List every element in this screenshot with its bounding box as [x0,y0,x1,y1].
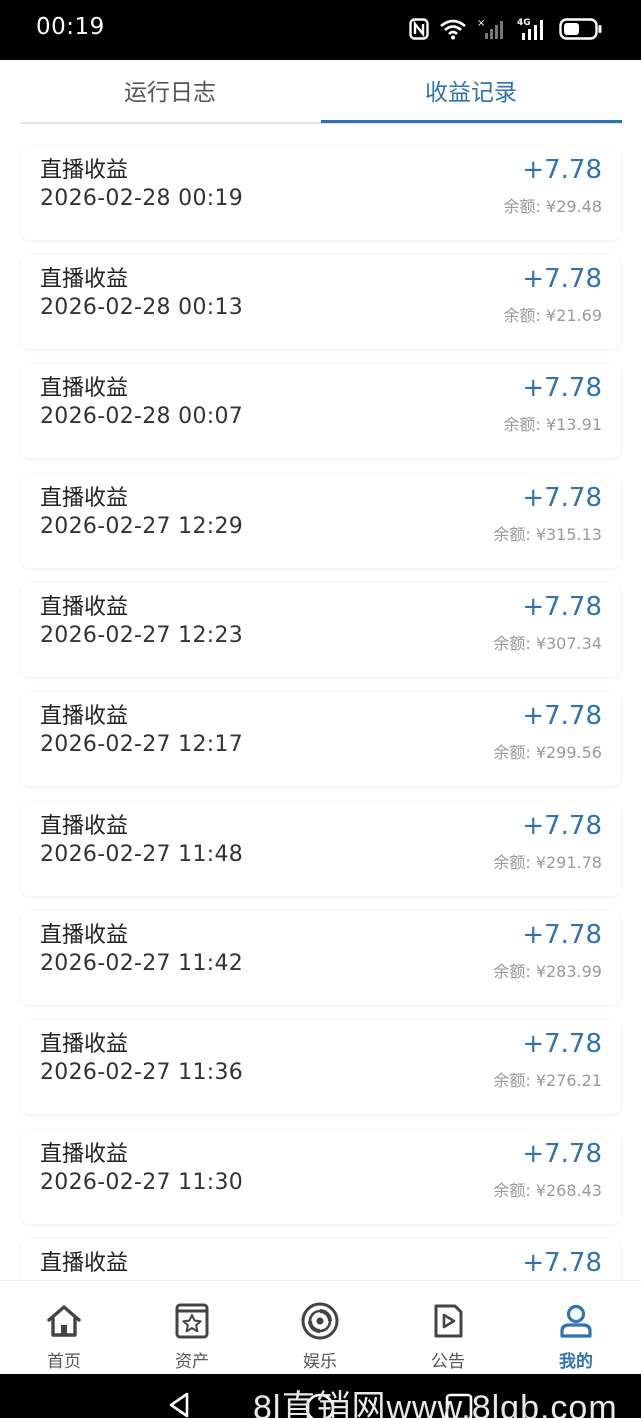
record-amount: +7.78 [522,1029,602,1059]
nav-assets[interactable]: 资产 [128,1281,256,1375]
list-item[interactable]: 直播收益 2026-02-28 00:07 +7.78 余额: ¥13.91 [21,364,621,458]
record-amount: +7.78 [522,701,602,731]
list-item[interactable]: 直播收益 2026-02-27 11:30 +7.78 余额: ¥268.43 [21,1130,621,1224]
record-balance: 余额: ¥291.78 [493,853,602,872]
record-balance: 余额: ¥299.56 [493,743,602,762]
record-amount: +7.78 [522,373,602,403]
record-balance: 余额: ¥283.99 [493,962,602,981]
wifi-icon [439,18,467,40]
nav-entertainment[interactable]: 娱乐 [256,1281,384,1375]
announcement-icon [428,1301,468,1341]
record-time: 2026-02-27 11:42 [40,951,244,976]
record-time: 2026-02-28 00:07 [40,404,244,429]
nav-home[interactable]: 首页 [0,1281,128,1375]
list-item[interactable]: 直播收益 2026-02-27 12:23 +7.78 余额: ¥307.34 [21,583,621,677]
record-time: 2026-02-28 00:19 [40,186,244,211]
system-nav-bar: 8l直销网www.8lgb.com [0,1374,641,1418]
screen: 00:19 × 4G 运行日志 收益记录 直播收益 2026-02-28 00:… [0,0,641,1418]
record-amount: +7.78 [522,155,602,185]
assets-icon [172,1301,212,1341]
tab-bar: 运行日志 收益记录 [0,60,641,126]
record-balance: 余额: ¥21.69 [503,306,602,325]
record-amount: +7.78 [522,811,602,841]
record-title: 直播收益 [40,486,129,511]
nav-profile[interactable]: 我的 [512,1281,640,1375]
record-title: 直播收益 [40,1032,129,1057]
record-amount: +7.78 [522,1248,602,1278]
record-amount: +7.78 [522,483,602,513]
list-item[interactable]: 直播收益 2026-02-27 11:42 +7.78 余额: ¥283.99 [21,911,621,1005]
list-item[interactable]: 直播收益 2026-02-27 12:29 +7.78 余额: ¥315.13 [21,474,621,568]
list-item[interactable]: 直播收益 2026-02-28 00:13 +7.78 余额: ¥21.69 [21,255,621,349]
signal-4g-icon: 4G [517,16,549,42]
record-title: 直播收益 [40,923,129,948]
status-time: 00:19 [36,14,105,40]
earnings-list[interactable]: 直播收益 2026-02-28 00:19 +7.78 余额: ¥29.48 直… [0,124,641,1280]
record-time: 2026-02-27 11:36 [40,1060,244,1085]
status-bar: 00:19 × 4G [0,0,641,60]
record-amount: +7.78 [522,1139,602,1169]
battery-icon [559,17,603,41]
record-time: 2026-02-28 00:13 [40,295,244,320]
network-type-label: 4G [517,18,531,28]
record-title: 直播收益 [40,595,129,620]
record-balance: 余额: ¥29.48 [503,197,602,216]
list-item[interactable]: 直播收益 2026-02-28 00:19 +7.78 余额: ¥29.48 [21,146,621,240]
record-balance: 余额: ¥315.13 [493,525,602,544]
watermark: 8l直销网www.8lgb.com [253,1389,618,1418]
nav-entertainment-label: 娱乐 [303,1352,337,1372]
back-icon[interactable] [165,1390,195,1418]
bottom-nav: 首页 资产 娱乐 公告 我的 [0,1280,641,1375]
record-title: 直播收益 [40,1142,129,1167]
nav-announcement[interactable]: 公告 [384,1281,512,1375]
record-time: 2026-02-27 11:30 [40,1170,244,1195]
record-title: 直播收益 [40,267,129,292]
tab-active-indicator [321,120,622,123]
record-title: 直播收益 [40,1251,129,1276]
nfc-icon [409,18,429,40]
record-amount: +7.78 [522,264,602,294]
record-amount: +7.78 [522,592,602,622]
record-balance: 余额: ¥268.43 [493,1181,602,1200]
home-icon [44,1301,84,1341]
list-item[interactable]: 直播收益 2026-02-27 11:36 +7.78 余额: ¥276.21 [21,1020,621,1114]
nav-profile-label: 我的 [559,1352,593,1372]
record-time: 2026-02-27 12:17 [40,732,244,757]
record-title: 直播收益 [40,814,129,839]
list-item[interactable]: 直播收益 2026-02-27 12:17 +7.78 余额: ¥299.56 [21,692,621,786]
nav-announcement-label: 公告 [431,1352,465,1372]
list-item[interactable]: 直播收益 2026-02-27 11:48 +7.78 余额: ¥291.78 [21,802,621,896]
record-balance: 余额: ¥276.21 [493,1071,602,1090]
list-item[interactable]: 直播收益 +7.78 [21,1239,621,1280]
tab-earnings-record[interactable]: 收益记录 [321,60,621,122]
status-icons: × 4G [409,12,603,46]
nav-assets-label: 资产 [175,1352,209,1372]
record-amount: +7.78 [522,920,602,950]
record-title: 直播收益 [40,704,129,729]
tab-run-log[interactable]: 运行日志 [20,60,320,122]
profile-icon [556,1301,596,1341]
signal-weak-icon: × [477,17,507,41]
record-time: 2026-02-27 12:23 [40,623,244,648]
record-time: 2026-02-27 11:48 [40,842,244,867]
record-title: 直播收益 [40,158,129,183]
record-balance: 余额: ¥307.34 [493,634,602,653]
entertainment-icon [300,1301,340,1341]
record-balance: 余额: ¥13.91 [503,415,602,434]
svg-text:×: × [477,18,485,29]
record-title: 直播收益 [40,376,129,401]
nav-home-label: 首页 [47,1352,81,1372]
record-time: 2026-02-27 12:29 [40,514,244,539]
